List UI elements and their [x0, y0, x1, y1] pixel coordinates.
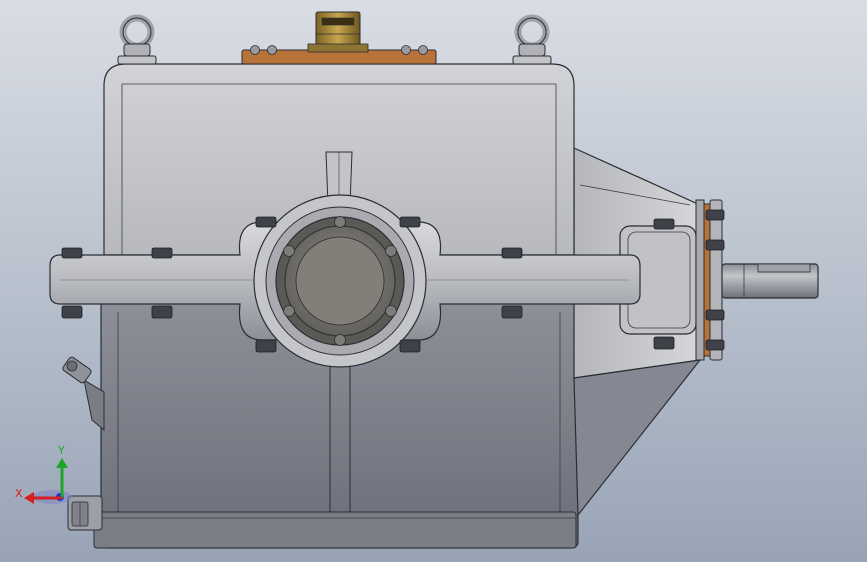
triad-x-label: X: [15, 487, 23, 500]
triad-y-label: Y: [57, 444, 65, 457]
cad-viewport[interactable]: Y X: [0, 0, 867, 562]
triad-y-axis: Y: [56, 444, 68, 498]
orientation-triad: Y X: [15, 444, 72, 504]
